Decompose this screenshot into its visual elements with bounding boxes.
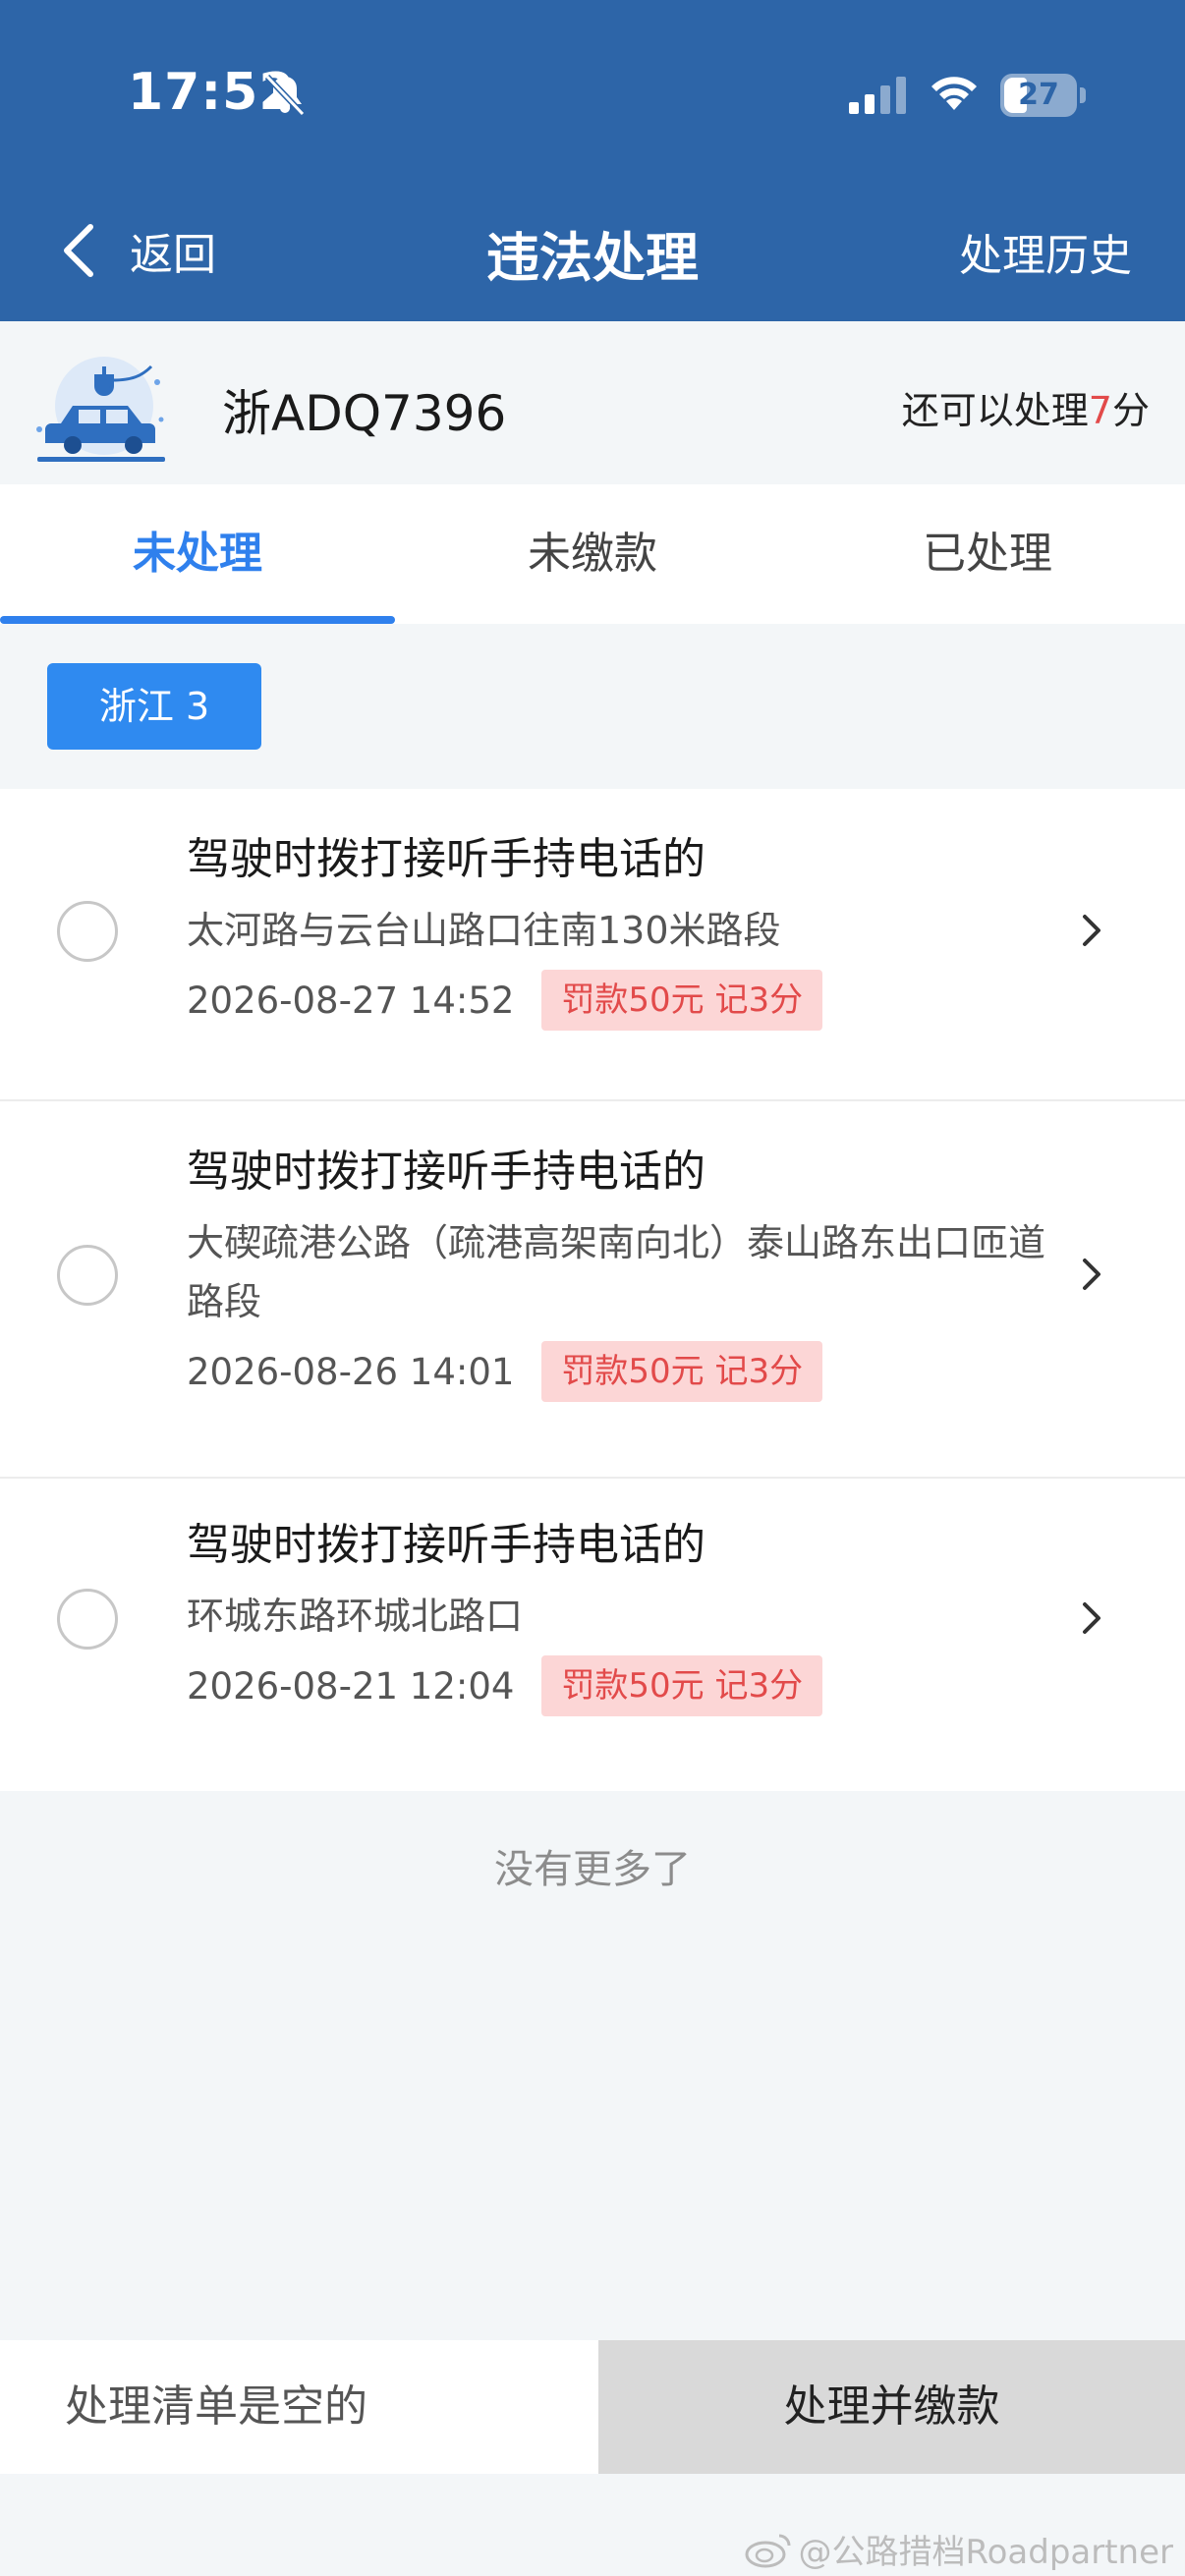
violation-title: 驾驶时拨打接听手持电话的: [187, 1520, 705, 1570]
back-label: 返回: [130, 230, 216, 280]
select-radio[interactable]: [57, 1589, 118, 1650]
cellular-signal-icon: [849, 77, 906, 114]
license-plate: 浙ADQ7396: [222, 385, 507, 442]
violation-location: 大碶疏港公路（疏港高架南向北）泰山路东出口匝道路段: [187, 1221, 1046, 1323]
battery-level: 27: [1018, 78, 1059, 112]
select-radio[interactable]: [57, 901, 118, 962]
penalty-badge: 罚款50元 记3分: [541, 970, 823, 1031]
app-header: 17:52 27 返回 违法处理 处理历史: [0, 0, 1185, 321]
violation-location: 太河路与云台山路口往南130米路段: [187, 909, 781, 952]
violation-datetime: 2026-08-26 14:01: [187, 1350, 515, 1393]
penalty-badge: 罚款50元 记3分: [541, 1341, 823, 1402]
chevron-right-icon: [1083, 915, 1100, 946]
bell-muted-icon: [264, 74, 306, 117]
chevron-left-icon: [64, 224, 93, 277]
cart-status: 处理清单是空的: [0, 2340, 598, 2474]
violation-title: 驾驶时拨打接听手持电话的: [187, 834, 705, 884]
list-end-text: 没有更多了: [494, 1847, 691, 1892]
process-and-pay-button[interactable]: 处理并缴款: [598, 2340, 1185, 2474]
vehicle-info: 浙ADQ7396 还可以处理7分: [0, 321, 1185, 484]
violation-location: 环城东路环城北路口: [187, 1595, 524, 1638]
violation-item[interactable]: 驾驶时拨打接听手持电话的 环城东路环城北路口 2026-08-21 12:04 …: [0, 1479, 1185, 1791]
weibo-icon: [745, 2534, 790, 2567]
remaining-points: 还可以处理7分: [901, 389, 1150, 432]
chevron-right-icon: [1083, 1259, 1100, 1290]
penalty-badge: 罚款50元 记3分: [541, 1655, 823, 1716]
electric-car-icon: [36, 357, 165, 462]
region-filter-bar: 浙江 3: [0, 624, 1185, 789]
select-radio[interactable]: [57, 1245, 118, 1306]
watermark: @公路措档Roadpartner: [744, 2525, 1173, 2573]
tab-unprocessed[interactable]: 未处理: [0, 484, 395, 624]
violation-item[interactable]: 驾驶时拨打接听手持电话的 太河路与云台山路口往南130米路段 2026-08-2…: [0, 789, 1185, 1101]
violation-datetime: 2026-08-21 12:04: [187, 1664, 515, 1708]
tab-unpaid[interactable]: 未缴款: [395, 484, 790, 624]
region-chip-zhejiang[interactable]: 浙江 3: [47, 663, 261, 750]
bottom-action-bar: 处理清单是空的 处理并缴款: [0, 2340, 1185, 2474]
violation-item[interactable]: 驾驶时拨打接听手持电话的 大碶疏港公路（疏港高架南向北）泰山路东出口匝道路段 2…: [0, 1101, 1185, 1479]
tab-processed[interactable]: 已处理: [790, 484, 1185, 624]
violation-title: 驾驶时拨打接听手持电话的: [187, 1147, 705, 1197]
chevron-right-icon: [1083, 1602, 1100, 1634]
history-button[interactable]: 处理历史: [959, 220, 1132, 283]
back-button[interactable]: 返回: [59, 216, 216, 285]
wifi-icon: [931, 77, 977, 110]
status-tabs: 未处理 未缴款 已处理: [0, 484, 1185, 624]
violation-list: 驾驶时拨打接听手持电话的 太河路与云台山路口往南130米路段 2026-08-2…: [0, 789, 1185, 1791]
violation-datetime: 2026-08-27 14:52: [187, 979, 515, 1022]
